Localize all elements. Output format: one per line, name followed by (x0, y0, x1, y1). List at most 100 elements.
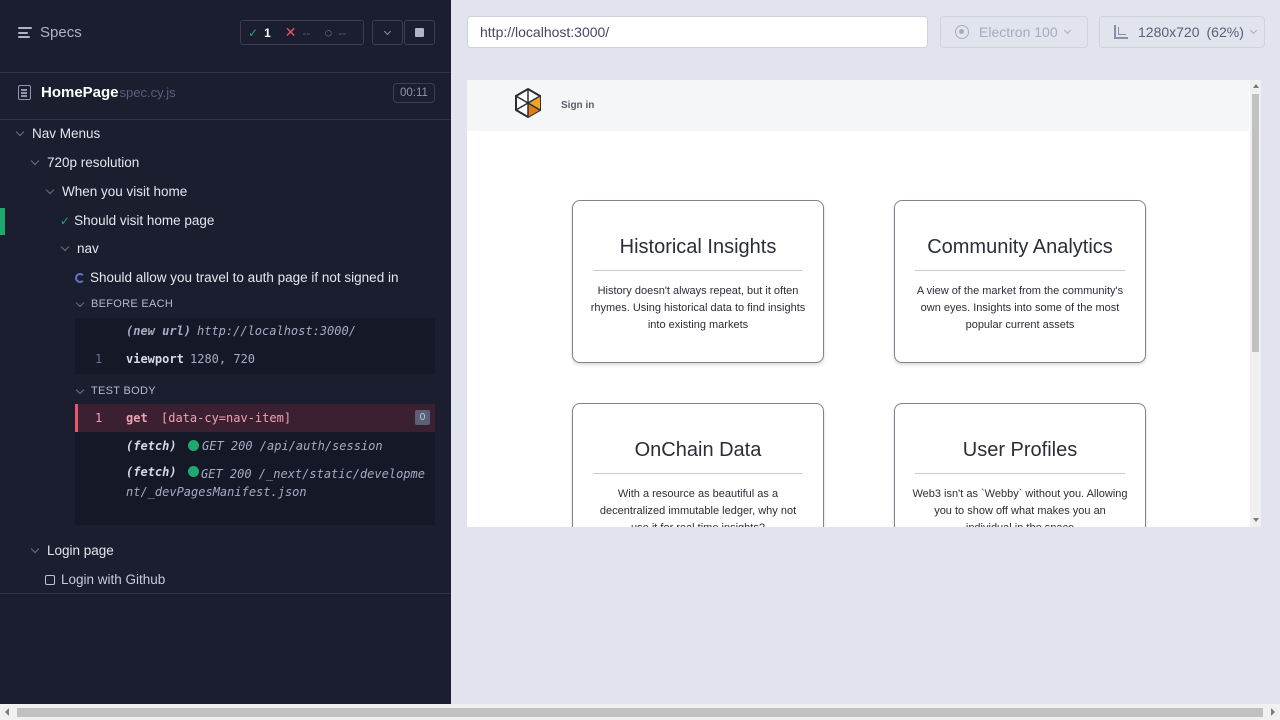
suite-when-you-visit-home[interactable]: When you visit home (45, 184, 188, 199)
chevron-down-icon (75, 385, 85, 394)
test-login-with-github[interactable]: Login with Github (45, 572, 165, 587)
suite-nav[interactable]: nav (60, 241, 99, 256)
command-index: 1 (95, 352, 103, 366)
chevron-down-icon (15, 127, 25, 137)
file-icon (18, 85, 31, 100)
passed-count: 1 (264, 25, 271, 40)
check-icon: ✓ (60, 213, 71, 228)
suite-label: Nav Menus (32, 126, 101, 141)
specs-label: Specs (40, 24, 82, 41)
check-icon: ✓ (248, 25, 259, 40)
electron-icon (955, 25, 969, 39)
test-should-allow-auth[interactable]: Should allow you travel to auth page if … (75, 270, 398, 285)
chevron-down-icon (45, 185, 55, 195)
failed-stat: ✕ -- (278, 24, 318, 41)
card-community-analytics[interactable]: Community Analytics A view of the market… (894, 200, 1146, 363)
chevron-down-icon (30, 156, 40, 166)
scroll-thumb[interactable] (17, 708, 1263, 717)
logo-icon[interactable] (512, 87, 544, 119)
chevron-down-icon (30, 544, 40, 554)
specs-toggle-button[interactable]: Specs (18, 24, 82, 41)
command-new-url[interactable]: (new url) http://localhost:3000/ (75, 318, 435, 346)
card-title: User Profiles (962, 439, 1078, 461)
suite-720p-resolution[interactable]: 720p resolution (30, 155, 140, 170)
card-user-profiles[interactable]: User Profiles Web3 isn't as `Webby` with… (894, 403, 1146, 527)
command-message: 1280, 720 (190, 352, 256, 366)
card-divider (915, 270, 1125, 271)
command-index: 1 (95, 411, 103, 425)
command-message: http://localhost:3000/ (197, 324, 356, 338)
sign-in-link[interactable]: Sign in (561, 100, 594, 111)
card-title: OnChain Data (634, 439, 762, 461)
test-should-visit-home-page[interactable]: ✓ Should visit home page (60, 213, 214, 228)
card-text: A view of the market from the community'… (916, 285, 1124, 331)
card-historical-insights[interactable]: Historical Insights History doesn't alwa… (572, 200, 824, 363)
command-name: (new url) (126, 324, 192, 338)
command-get-failed[interactable]: 1 get [data-cy=nav-item] 0 (75, 404, 435, 432)
test-label: Should allow you travel to auth page if … (90, 270, 399, 285)
card-title: Community Analytics (927, 236, 1113, 258)
spec-file-row[interactable]: HomePagespec.cy.js 00:11 (0, 72, 451, 120)
app-navbar: Sign in (467, 80, 1249, 131)
divider (0, 593, 451, 594)
hook-test-body[interactable]: TEST BODY (75, 385, 156, 397)
app-scrollbar[interactable] (1250, 80, 1261, 527)
hook-before-each[interactable]: BEFORE EACH (75, 298, 174, 310)
expand-button[interactable] (372, 20, 403, 45)
ruler-icon (1114, 25, 1128, 39)
browser-selector[interactable]: Electron 100 (940, 16, 1088, 48)
chevron-down-icon (1249, 26, 1257, 35)
browser-label: Electron 100 (979, 24, 1058, 40)
suite-nav-menus[interactable]: Nav Menus (15, 126, 101, 141)
spinner-icon (75, 272, 85, 283)
card-divider (915, 473, 1125, 474)
command-viewport[interactable]: 1 viewport 1280, 720 (75, 346, 435, 374)
app-preview: Sign in Historical Insights History does… (467, 80, 1261, 527)
spinner-icon: ◌ (324, 25, 333, 40)
spec-name: HomePagespec.cy.js (41, 84, 176, 101)
stop-button[interactable] (404, 20, 435, 45)
test-label: Should visit home page (74, 213, 215, 228)
command-message: [data-cy=nav-item] (161, 411, 292, 425)
suite-label: 720p resolution (47, 155, 140, 170)
suite-label: When you visit home (62, 184, 188, 199)
element-count-badge: 0 (415, 410, 430, 425)
reporter-panel: Specs ✓ 1 ✕ -- ◌ -- HomePagespec.cy.js 0… (0, 0, 451, 704)
fetch-text: GET 200 /_next/static/development/_devPa… (126, 467, 425, 499)
stats-bar: ✓ 1 ✕ -- ◌ -- (240, 20, 364, 45)
card-text: Web3 isn't as `Webby` without you. Allow… (912, 488, 1128, 527)
viewport-selector[interactable]: 1280x720 (62%) (1099, 16, 1265, 48)
scroll-right-icon (1271, 708, 1275, 716)
x-icon: ✕ (284, 24, 297, 40)
hook-label: BEFORE EACH (91, 298, 174, 310)
scroll-left-icon (5, 708, 9, 716)
command-fetch-session[interactable]: (fetch) GET 200 /api/auth/session (75, 432, 435, 460)
command-fetch-manifest[interactable]: (fetch) GET 200 /_next/static/developmen… (75, 460, 435, 525)
card-text: History doesn't always repeat, but it of… (590, 285, 806, 331)
url-bar[interactable]: http://localhost:3000/ (467, 16, 928, 48)
pending-count: -- (338, 25, 347, 40)
spec-extension: spec.cy.js (119, 85, 176, 100)
card-text: With a resource as beautiful as a decent… (599, 488, 797, 527)
suite-label: nav (77, 241, 99, 256)
failed-count: -- (302, 25, 311, 40)
scroll-down-icon (1253, 518, 1259, 522)
scroll-thumb[interactable] (1252, 94, 1259, 352)
reporter-header: Specs ✓ 1 ✕ -- ◌ -- (0, 0, 451, 64)
horizontal-scrollbar[interactable] (0, 704, 1280, 720)
test-label: Login with Github (61, 572, 166, 587)
command-name: viewport (126, 352, 184, 366)
passed-stat: ✓ 1 (241, 26, 278, 40)
chevron-down-icon (75, 298, 85, 307)
suite-login-page[interactable]: Login page (30, 543, 114, 558)
chevron-down-icon (60, 242, 70, 252)
passed-indicator-bar (0, 208, 5, 235)
card-onchain-data[interactable]: OnChain Data With a resource as beautifu… (572, 403, 824, 527)
viewport-scale: (62%) (1206, 24, 1244, 40)
chevron-down-icon (1063, 26, 1071, 35)
scroll-up-icon (1253, 84, 1259, 88)
menu-icon (18, 27, 32, 38)
command-message: GET 200 /api/auth/session (188, 432, 383, 460)
card-divider (593, 270, 803, 271)
command-name: (fetch) (126, 439, 177, 453)
